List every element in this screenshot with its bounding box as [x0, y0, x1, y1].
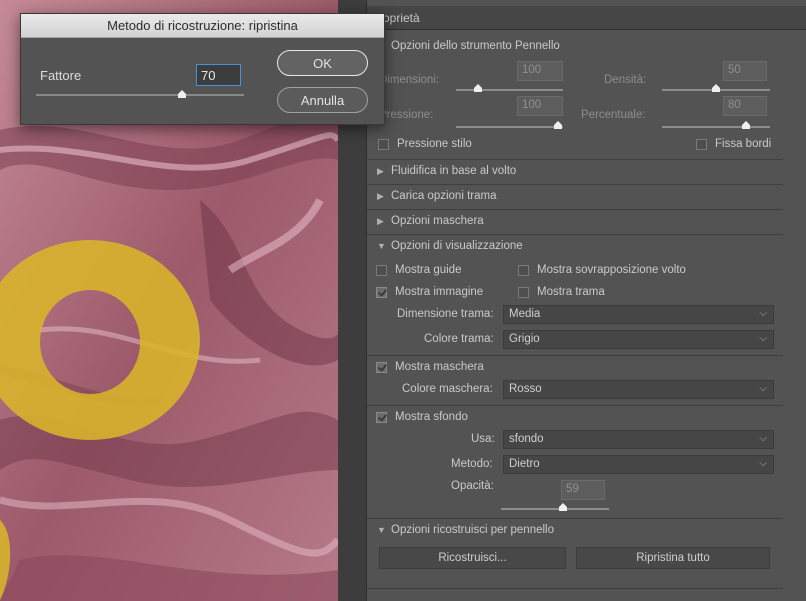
- divider: [367, 405, 783, 406]
- mesh-color-dropdown[interactable]: Grigio ⌵: [503, 330, 774, 349]
- show-mask-checkbox[interactable]: [376, 362, 387, 373]
- ok-button[interactable]: OK: [277, 50, 368, 76]
- rate-field[interactable]: 80: [723, 96, 767, 116]
- pin-edges-checkbox[interactable]: [696, 139, 707, 150]
- stylus-pressure-label: Pressione stilo: [397, 138, 472, 150]
- show-guides-label: Mostra guide: [395, 264, 462, 276]
- mask-color-label: Colore maschera:: [402, 383, 493, 395]
- mode-dropdown[interactable]: Dietro ⌵: [503, 455, 774, 474]
- chevron-down-icon: ⌵: [759, 433, 767, 444]
- size-label: Dimensioni:: [379, 74, 440, 86]
- show-backdrop-checkbox[interactable]: [376, 412, 387, 423]
- pressure-label: Pressione:: [379, 109, 434, 121]
- section-reconstruct-brush-options[interactable]: ▼ Opzioni ricostruisci per pennello: [367, 518, 783, 542]
- chevron-down-icon: ⌵: [759, 383, 767, 394]
- mode-label: Metodo:: [451, 458, 493, 470]
- use-dropdown[interactable]: sfondo ⌵: [503, 430, 774, 449]
- divider: [367, 355, 783, 356]
- mesh-size-label: Dimensione trama:: [397, 308, 494, 320]
- show-guides-checkbox[interactable]: [376, 265, 387, 276]
- reconstruct-restore-dialog: Metodo di ricostruzione: ripristina Fatt…: [20, 13, 385, 125]
- rate-label: Percentuale:: [581, 109, 646, 121]
- pressure-slider-thumb[interactable]: [553, 121, 563, 129]
- properties-panel: oprietà Opzioni dello strumento Pennello…: [366, 0, 806, 601]
- factor-label: Fattore: [40, 68, 82, 83]
- restore-all-button[interactable]: Ripristina tutto: [576, 547, 770, 569]
- section-view-options[interactable]: ▼ Opzioni di visualizzazione: [367, 234, 783, 258]
- opacity-field[interactable]: 59: [561, 480, 605, 500]
- cancel-button[interactable]: Annulla: [277, 87, 368, 113]
- expanded-triangle-icon: ▼: [377, 241, 386, 251]
- show-mask-label: Mostra maschera: [395, 361, 484, 373]
- opacity-slider-thumb[interactable]: [558, 503, 568, 511]
- opacity-slider[interactable]: [501, 508, 609, 510]
- brush-tool-options-heading: Opzioni dello strumento Pennello: [391, 40, 560, 52]
- pin-edges-label: Fissa bordi: [715, 138, 772, 150]
- show-backdrop-label: Mostra sfondo: [395, 411, 468, 423]
- chevron-down-icon: ⌵: [759, 308, 767, 319]
- mask-color-dropdown[interactable]: Rosso ⌵: [503, 380, 774, 399]
- collapsed-triangle-icon: ▶: [377, 191, 384, 201]
- size-slider-thumb[interactable]: [473, 84, 483, 92]
- factor-slider-thumb[interactable]: [177, 90, 187, 98]
- show-image-checkbox[interactable]: [376, 287, 387, 298]
- collapsed-triangle-icon: ▶: [377, 166, 384, 176]
- show-face-overlay-checkbox[interactable]: [518, 265, 529, 276]
- size-field[interactable]: 100: [517, 61, 563, 81]
- show-image-label: Mostra immagine: [395, 286, 484, 298]
- density-label: Densità:: [604, 74, 647, 86]
- expanded-triangle-icon: ▼: [377, 525, 386, 535]
- chevron-down-icon: ⌵: [759, 333, 767, 344]
- factor-input[interactable]: [196, 64, 241, 86]
- show-mesh-checkbox[interactable]: [518, 287, 529, 298]
- show-mesh-label: Mostra trama: [537, 286, 605, 298]
- pressure-slider[interactable]: [456, 126, 563, 128]
- density-field[interactable]: 50: [723, 61, 767, 81]
- panel-title: oprietà: [367, 6, 806, 30]
- divider: [367, 588, 783, 589]
- section-face-aware-liquify[interactable]: ▶ Fluidifica in base al volto: [367, 159, 783, 183]
- rate-slider[interactable]: [662, 126, 770, 128]
- use-label: Usa:: [471, 433, 495, 445]
- pressure-field[interactable]: 100: [517, 96, 563, 116]
- section-load-mesh-options[interactable]: ▶ Carica opzioni trama: [367, 184, 783, 208]
- density-slider-thumb[interactable]: [711, 84, 721, 92]
- chevron-down-icon: ⌵: [759, 458, 767, 469]
- mesh-color-label: Colore trama:: [424, 333, 494, 345]
- reconstruct-button[interactable]: Ricostruisci...: [379, 547, 566, 569]
- collapsed-triangle-icon: ▶: [377, 216, 384, 226]
- opacity-label: Opacità:: [451, 480, 494, 492]
- rate-slider-thumb[interactable]: [741, 121, 751, 129]
- mesh-size-dropdown[interactable]: Media ⌵: [503, 305, 774, 324]
- stylus-pressure-checkbox[interactable]: [378, 139, 389, 150]
- section-mask-options[interactable]: ▶ Opzioni maschera: [367, 209, 783, 233]
- factor-slider[interactable]: [36, 94, 244, 96]
- dialog-title: Metodo di ricostruzione: ripristina: [21, 14, 384, 38]
- show-face-overlay-label: Mostra sovrapposizione volto: [537, 264, 686, 276]
